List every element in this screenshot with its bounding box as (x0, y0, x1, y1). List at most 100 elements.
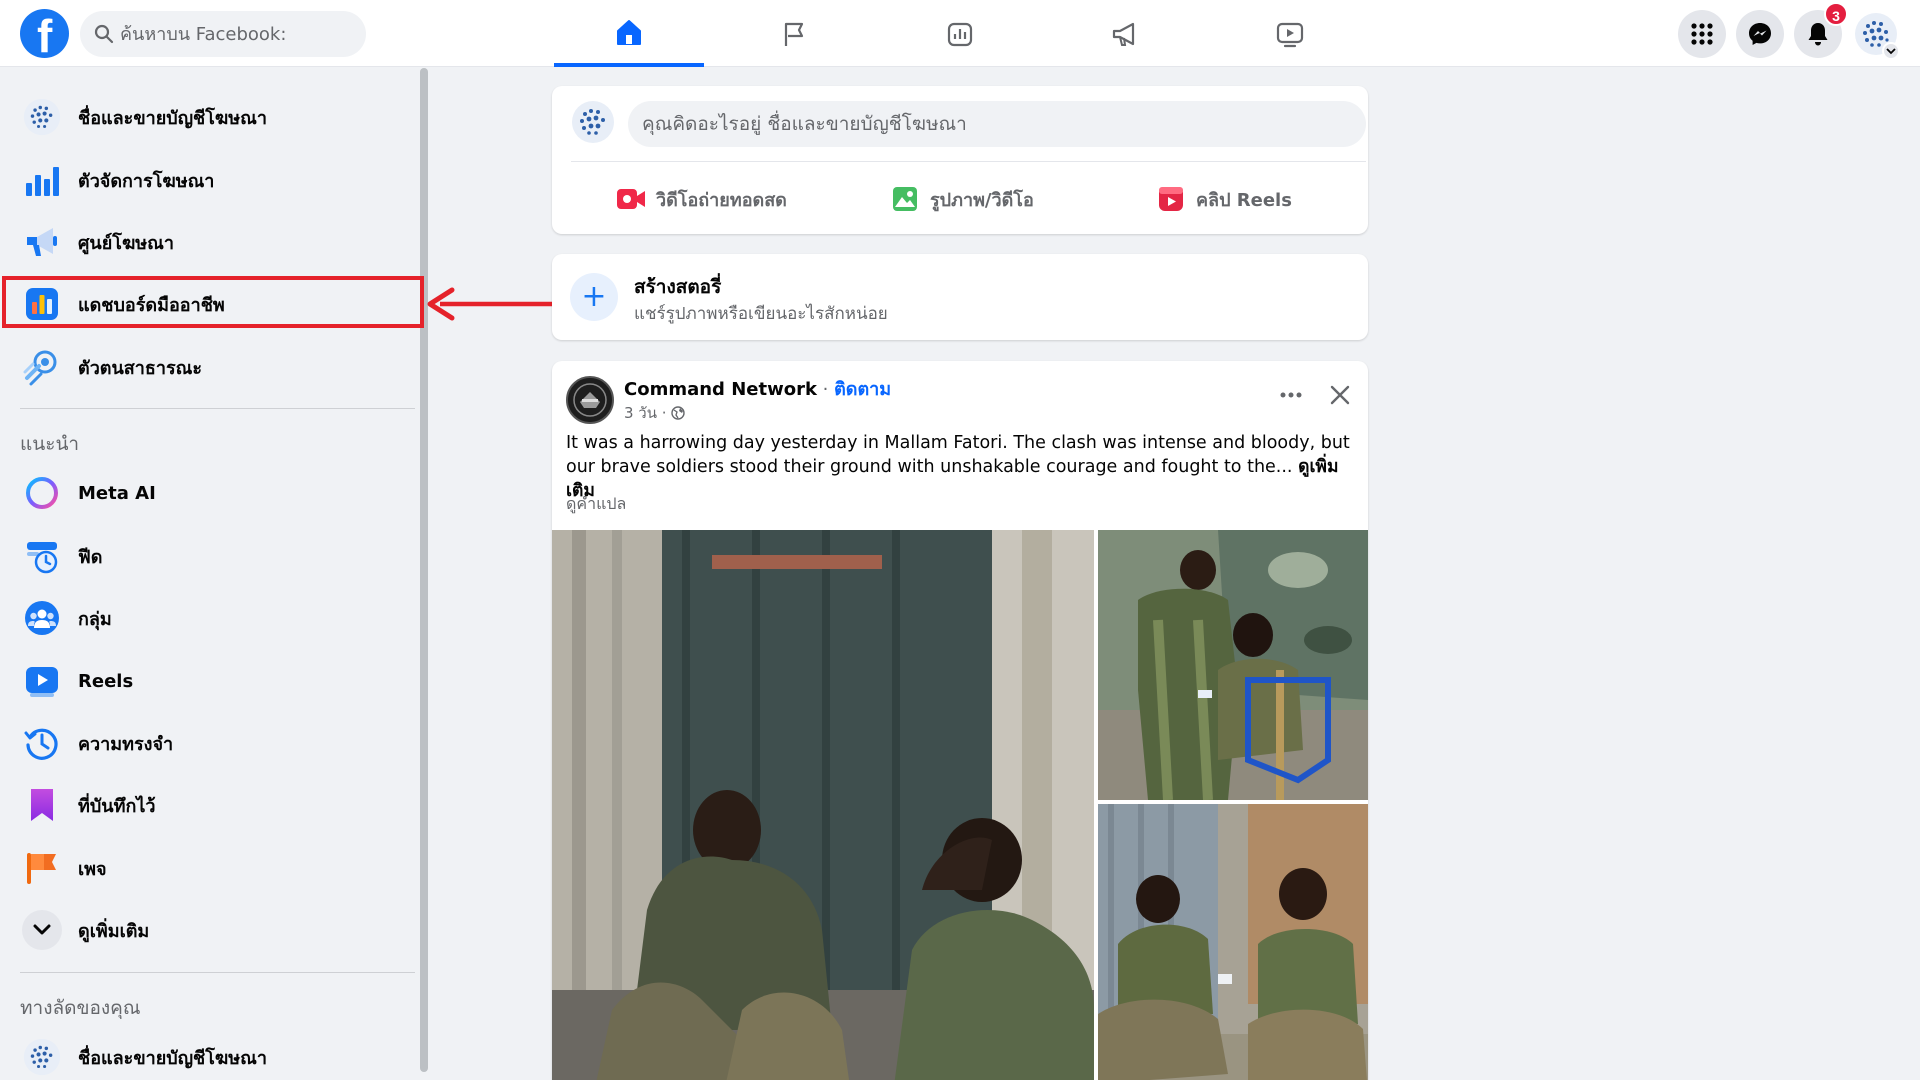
shortcuts-heading: ทางลัดของคุณ (20, 997, 141, 1019)
photo-video-button[interactable]: รูปภาพ/วิดีโอ (890, 178, 1034, 220)
sidebar-item-groups[interactable]: กลุ่ม (8, 589, 418, 647)
video-tab[interactable] (1215, 0, 1365, 67)
photo-video-label: รูปภาพ/วิดีโอ (930, 189, 1034, 211)
post-photo-main[interactable] (552, 530, 1094, 1080)
post-meta: 3 วัน · (624, 401, 685, 425)
search-icon (94, 24, 114, 44)
live-video-icon (617, 189, 645, 209)
chevron-down-icon (1886, 48, 1896, 55)
sidebar-item-reels[interactable]: Reels (8, 652, 418, 710)
account-menu-caret[interactable] (1882, 42, 1900, 60)
sidebar-item-saved[interactable]: ที่บันทึกไว้ (8, 776, 418, 834)
messenger-icon (1749, 23, 1771, 45)
soldiers-doorway-photo (552, 530, 1094, 1080)
profile-avatar-icon (572, 101, 614, 143)
saved-icon (31, 789, 53, 821)
post-composer: วิดีโอถ่ายทอดสด รูปภาพ/วิดีโอ คลิป Reels (552, 86, 1368, 234)
sidebar-item-label: Meta AI (78, 482, 156, 504)
reels-icon (26, 667, 58, 697)
post-author-name[interactable]: Command Network (624, 379, 817, 400)
sidebar-divider (20, 972, 415, 973)
suggested-heading: แนะนำ (20, 433, 80, 455)
facebook-logo[interactable]: f (20, 9, 69, 58)
sidebar-item-ad-center[interactable]: ศูนย์โฆษณา (8, 213, 418, 271)
post-author-line: Command Network · ติดตาม (624, 374, 891, 403)
sidebar-item-meta-ai[interactable]: Meta AI (8, 464, 418, 522)
command-network-logo-icon (568, 378, 612, 422)
sidebar-item-label: ฟีด (78, 546, 103, 568)
post-time[interactable]: 3 วัน · (624, 401, 667, 425)
photo-icon (893, 187, 917, 211)
shortcut-item-profile[interactable]: ชื่อและขายบัญชีโฆษณา (8, 1028, 418, 1080)
sidebar-item-label: เพจ (78, 858, 107, 880)
chart-icon (947, 22, 973, 46)
megaphone-icon (27, 228, 57, 256)
sidebar-item-pages[interactable]: เพจ (8, 839, 418, 897)
feed-post: Command Network · ติดตาม 3 วัน · It was … (552, 361, 1368, 1080)
sidebar-item-label: ตัวตนสาธารณะ (78, 357, 203, 379)
sidebar-item-public-presence[interactable]: ตัวตนสาธารณะ (8, 338, 418, 396)
ads-insights-tab[interactable] (885, 0, 1035, 67)
profile-avatar-icon (23, 1038, 61, 1076)
composer-avatar (571, 100, 615, 144)
sidebar-item-label: ชื่อและขายบัญชีโฆษณา (78, 107, 267, 129)
reels-button[interactable]: คลิป Reels (1156, 178, 1292, 220)
composer-input[interactable] (628, 101, 1366, 147)
profile-avatar-icon (23, 98, 61, 136)
post-photo-2[interactable] (1098, 530, 1368, 800)
live-video-button[interactable]: วิดีโอถ่ายทอดสด (616, 178, 787, 220)
home-tab[interactable] (554, 0, 704, 67)
reels-label: คลิป Reels (1196, 189, 1292, 211)
search-box[interactable] (80, 11, 366, 57)
sidebar-item-label: Reels (78, 670, 134, 692)
sidebar-item-memories[interactable]: ความทรงจำ (8, 714, 418, 772)
top-navigation-bar: f 3 (0, 0, 1920, 67)
flag-icon (784, 22, 804, 46)
menu-button[interactable] (1678, 10, 1726, 58)
create-story-subtitle: แชร์รูปภาพหรือเขียนอะไรสักหน่อย (634, 304, 888, 324)
megaphone-icon (1112, 22, 1135, 46)
search-input[interactable] (120, 11, 356, 57)
post-more-button[interactable] (1275, 383, 1307, 407)
sidebar-item-label: ศูนย์โฆษณา (78, 232, 174, 254)
sidebar-item-label: กลุ่ม (78, 608, 112, 630)
plus-icon: + (570, 273, 618, 321)
pages-tab[interactable] (719, 0, 869, 67)
composer-divider (571, 161, 1366, 162)
medic-treating-soldier-photo (1098, 530, 1368, 800)
wounded-soldiers-resting-photo (1098, 804, 1368, 1080)
notification-badge: 3 (1824, 2, 1848, 26)
sidebar-divider (20, 408, 415, 409)
post-close-button[interactable] (1326, 381, 1354, 409)
sidebar-scrollbar[interactable] (420, 68, 428, 1072)
video-icon (1276, 22, 1304, 47)
bar-chart-icon (26, 167, 59, 196)
sidebar-see-more[interactable]: ดูเพิ่มเติม (8, 901, 418, 959)
sidebar-item-label: ดูเพิ่มเติม (78, 920, 150, 942)
create-story-title: สร้างสตอรี่ (634, 276, 722, 298)
ads-tab[interactable] (1050, 0, 1200, 67)
home-icon (617, 19, 641, 45)
post-text: It was a harrowing day yesterday in Mall… (566, 431, 1356, 503)
globe-icon (670, 406, 685, 420)
memories-icon (24, 728, 58, 760)
sidebar-item-label: ที่บันทึกไว้ (78, 795, 156, 817)
sidebar-item-ads-manager[interactable]: ตัวจัดการโฆษณา (8, 151, 418, 209)
sidebar-item-profile[interactable]: ชื่อและขายบัญชีโฆษณา (8, 88, 418, 146)
post-photo-3[interactable] (1098, 804, 1368, 1080)
live-video-label: วิดีโอถ่ายทอดสด (656, 189, 787, 211)
bell-icon (1808, 23, 1828, 46)
notifications-button[interactable]: 3 (1794, 2, 1848, 58)
feed-icon (27, 542, 58, 574)
page-avatar[interactable] (566, 376, 614, 424)
sidebar-item-label: ความทรงจำ (78, 733, 174, 755)
sidebar-item-feed[interactable]: ฟีด (8, 527, 418, 585)
create-story-card[interactable]: + สร้างสตอรี่ แชร์รูปภาพหรือเขียนอะไรสัก… (552, 254, 1368, 340)
messenger-button[interactable] (1736, 10, 1784, 58)
follow-link[interactable]: ติดตาม (834, 379, 891, 400)
pages-flag-icon (27, 853, 56, 884)
see-translation-link[interactable]: ดูคำแปล (566, 492, 626, 517)
meta-ai-icon (26, 477, 58, 509)
public-presence-icon (23, 350, 57, 386)
groups-icon (25, 601, 59, 635)
